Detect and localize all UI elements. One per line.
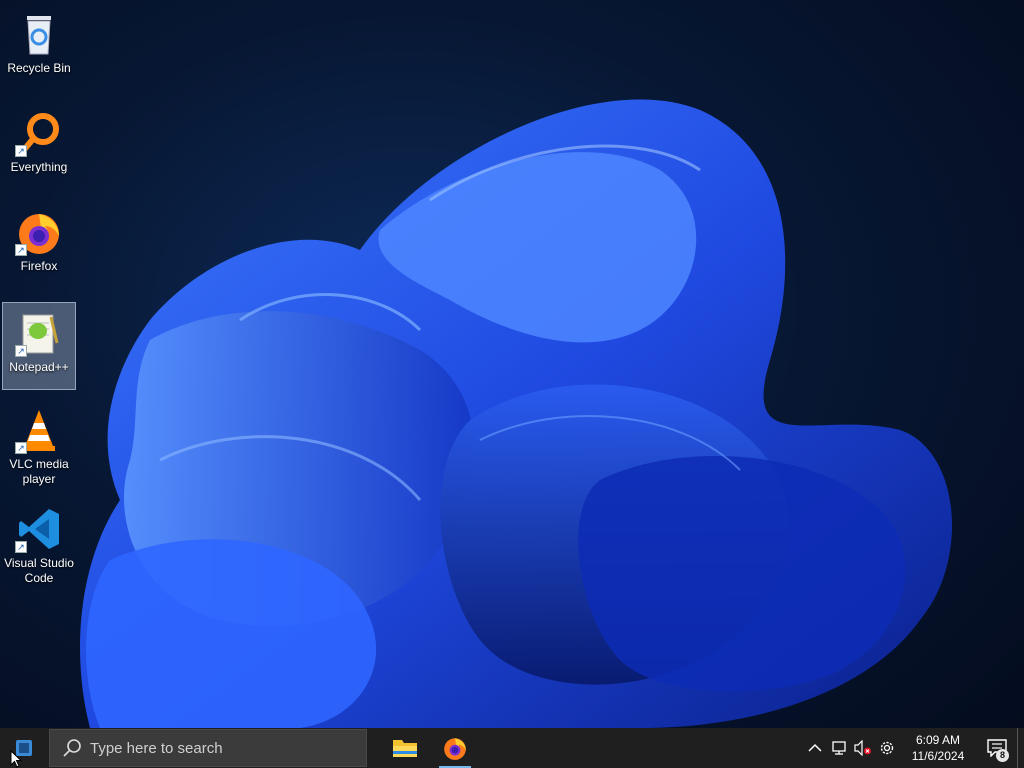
notification-center-button[interactable]: 8: [977, 728, 1017, 768]
taskbar-firefox[interactable]: [431, 728, 479, 768]
taskbar: Type here to search 6:09 AM 11/6/2024 8: [0, 728, 1024, 768]
taskbar-file-explorer[interactable]: [381, 728, 429, 768]
desktop-icon-label: VLC media player: [9, 457, 69, 486]
clock-time: 6:09 AM: [915, 733, 961, 747]
start-button[interactable]: [0, 728, 48, 768]
desktop-icon-label: Everything: [10, 160, 68, 174]
desktop-icon-everything[interactable]: ↗ Everything: [2, 103, 76, 191]
search-icon: [63, 739, 81, 757]
file-explorer-icon: [393, 740, 417, 757]
everything-search-icon: ↗: [15, 109, 63, 157]
shortcut-arrow-icon: ↗: [15, 442, 27, 454]
search-placeholder: Type here to search: [90, 739, 223, 757]
shortcut-arrow-icon: ↗: [15, 244, 27, 256]
firefox-icon: ↗: [15, 208, 63, 256]
volume-muted-icon[interactable]: [851, 728, 875, 768]
desktop-icon-label: Notepad++: [9, 360, 69, 374]
desktop-icon-label: Visual Studio Code: [4, 556, 74, 585]
desktop-icon-vscode[interactable]: ↗ Visual Studio Code: [2, 499, 76, 587]
desktop-icon-vlc[interactable]: ↗ VLC media player: [2, 400, 76, 488]
mouse-cursor-icon: [10, 750, 22, 768]
wallpaper-bloom: [80, 99, 953, 728]
chevron-up-icon[interactable]: [803, 728, 827, 768]
shortcut-arrow-icon: ↗: [15, 541, 27, 553]
show-desktop-button[interactable]: [1017, 728, 1024, 768]
desktop-icon-firefox[interactable]: ↗ Firefox: [2, 202, 76, 290]
settings-gear-icon[interactable]: [875, 728, 899, 768]
taskbar-search-box[interactable]: Type here to search: [49, 729, 367, 767]
desktop-icon-recycle-bin[interactable]: Recycle Bin: [2, 4, 76, 92]
notification-count-badge: 8: [996, 749, 1009, 762]
network-icon[interactable]: [827, 728, 851, 768]
vscode-icon: ↗: [15, 505, 63, 553]
desktop-icon-label: Recycle Bin: [7, 61, 71, 75]
shortcut-arrow-icon: ↗: [15, 145, 27, 157]
recycle-bin-icon: [15, 10, 63, 58]
desktop-icon-notepadpp[interactable]: ↗ Notepad++: [2, 302, 76, 390]
firefox-icon: [444, 738, 466, 760]
system-tray: 6:09 AM 11/6/2024 8: [803, 728, 1024, 768]
clock-date: 11/6/2024: [911, 749, 965, 763]
notepadpp-icon: ↗: [15, 309, 63, 357]
taskbar-clock[interactable]: 6:09 AM 11/6/2024: [899, 732, 977, 764]
shortcut-arrow-icon: ↗: [15, 345, 27, 357]
vlc-icon: ↗: [15, 406, 63, 454]
desktop-icon-label: Firefox: [20, 259, 58, 273]
